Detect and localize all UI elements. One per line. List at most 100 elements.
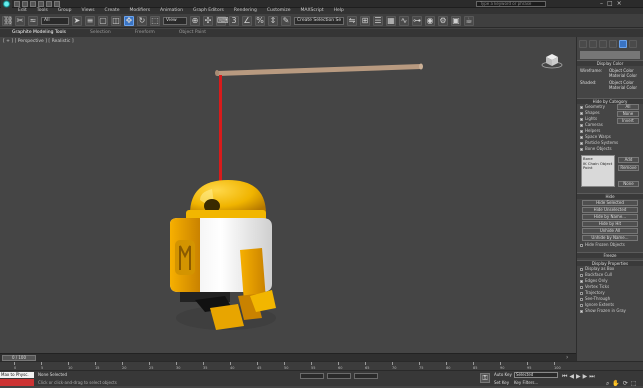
none-button[interactable]: None [617, 111, 639, 117]
motion-tab-icon[interactable] [609, 40, 617, 48]
close-icon[interactable]: × [617, 0, 622, 8]
goto-start-icon[interactable]: ⏮ [562, 373, 567, 381]
hide-by-name-button[interactable]: Hide by Name... [582, 214, 638, 220]
robot-model[interactable] [170, 180, 276, 330]
redo-icon[interactable] [46, 1, 52, 7]
angle-snap-icon[interactable]: ∠ [242, 15, 252, 26]
pan-icon[interactable]: ✋ [612, 380, 619, 388]
checkbox[interactable] [580, 267, 583, 271]
utilities-tab-icon[interactable] [629, 40, 637, 48]
select-link-icon[interactable]: ⛓ [2, 15, 13, 26]
percent-snap-icon[interactable]: % [255, 15, 265, 26]
goto-end-icon[interactable]: ⏭ [589, 373, 594, 381]
rendered-frame-icon[interactable]: ▣ [451, 15, 461, 26]
zoom-icon[interactable]: ⌕ [606, 380, 609, 388]
selection-filter-dropdown[interactable]: All [41, 16, 69, 25]
snaps-toggle-icon[interactable]: 3 [229, 15, 239, 26]
hide-by-hit-button[interactable]: Hide by Hit [582, 221, 638, 227]
new-icon[interactable] [14, 1, 20, 7]
tab-graphite-modeling[interactable]: Graphite Modeling Tools [12, 29, 66, 37]
checkbox[interactable] [580, 273, 583, 277]
bind-spacewarp-icon[interactable]: ≈ [28, 15, 38, 26]
mirror-icon[interactable]: ⇋ [347, 15, 357, 26]
maxscript-mini-listener[interactable] [0, 379, 34, 386]
unhide-all-button[interactable]: Unhide All [582, 228, 638, 234]
checkbox[interactable] [580, 297, 583, 301]
play-icon[interactable]: ▶ [576, 373, 581, 381]
create-tab-icon[interactable] [579, 40, 587, 48]
unhide-by-name-button[interactable]: Unhide by Name... [582, 235, 638, 241]
red-string[interactable] [219, 75, 222, 185]
spinner-snap-icon[interactable]: ⇕ [268, 15, 278, 26]
x-coordinate-field[interactable] [300, 373, 324, 379]
window-crossing-icon[interactable]: ◫ [111, 15, 121, 26]
curve-editor-icon[interactable]: ∿ [399, 15, 409, 26]
checkbox[interactable] [580, 123, 583, 127]
auto-key-button[interactable]: Auto Key [494, 372, 512, 378]
all-button[interactable]: All [617, 104, 639, 110]
workspace-icon[interactable] [54, 1, 60, 7]
orbit-icon[interactable]: ⟳ [623, 380, 628, 388]
list-item[interactable]: Point [583, 165, 613, 171]
checkbox[interactable] [580, 129, 583, 133]
checkbox[interactable] [580, 303, 583, 307]
tab-object-paint[interactable]: Object Paint [179, 29, 206, 37]
checkbox[interactable] [580, 117, 583, 121]
y-coordinate-field[interactable] [327, 373, 351, 379]
modify-tab-icon[interactable] [589, 40, 597, 48]
checkbox[interactable] [580, 243, 583, 247]
set-key-button[interactable]: Set Key [494, 380, 509, 386]
wireframe-material-color-radio[interactable]: Material Color [609, 73, 637, 78]
invert-button[interactable]: Invert [617, 118, 639, 124]
checkbox[interactable] [580, 111, 583, 115]
select-by-name-icon[interactable]: ≡ [85, 15, 95, 26]
checkbox[interactable] [580, 147, 583, 151]
save-icon[interactable] [30, 1, 36, 7]
rollout-hide[interactable]: Hide [577, 193, 643, 199]
checkbox[interactable] [580, 279, 583, 283]
hide-frozen-objects-checkbox[interactable]: Hide Frozen Objects [577, 242, 643, 248]
hanging-rod[interactable] [215, 63, 423, 77]
hierarchy-tab-icon[interactable] [599, 40, 607, 48]
key-filters-button[interactable]: Key Filters... [514, 380, 538, 386]
pivot-center-icon[interactable]: ⊕ [190, 15, 200, 26]
category-bone-objects[interactable]: Bone Objects [577, 146, 643, 152]
time-slider[interactable]: 0 / 100 › [0, 353, 576, 361]
layer-manager-icon[interactable]: ☰ [373, 15, 383, 26]
edit-named-selection-icon[interactable]: ✎ [281, 15, 291, 26]
checkbox[interactable] [580, 285, 583, 289]
maxscript-listener[interactable]: Max to Physc. [0, 372, 34, 378]
search-input[interactable]: Type a keyword or phrase [476, 1, 546, 7]
none-list-button[interactable]: None [618, 181, 639, 187]
panel-field[interactable] [580, 51, 640, 59]
rollout-freeze[interactable]: Freeze [577, 252, 643, 258]
select-scale-icon[interactable]: ⬚ [150, 15, 160, 26]
set-key-icon[interactable]: ⚿ [480, 373, 490, 383]
render-icon[interactable]: ☕ [464, 15, 474, 26]
align-icon[interactable]: ⊞ [360, 15, 370, 26]
rect-selection-icon[interactable]: ▢ [98, 15, 108, 26]
render-setup-icon[interactable]: ⚙ [438, 15, 448, 26]
minimize-icon[interactable]: – [600, 0, 603, 8]
prev-frame-icon[interactable]: ◀ [569, 373, 574, 381]
named-selection-dropdown[interactable]: Create Selection Se [294, 16, 344, 25]
checkbox[interactable] [580, 141, 583, 145]
category-listbox[interactable]: Bone IK Chain Object Point [581, 155, 615, 187]
remove-button[interactable]: Remove [618, 165, 639, 171]
unlink-icon[interactable]: ✂ [15, 15, 25, 26]
material-editor-icon[interactable]: ◉ [425, 15, 435, 26]
maximize-viewport-icon[interactable]: ⬚ [631, 380, 637, 388]
tab-freeform[interactable]: Freeform [135, 29, 155, 37]
graphite-toggle-icon[interactable]: ▦ [386, 15, 396, 26]
next-key-icon[interactable]: ▶ [583, 373, 588, 381]
open-icon[interactable] [22, 1, 28, 7]
checkbox[interactable] [580, 291, 583, 295]
z-coordinate-field[interactable] [354, 373, 378, 379]
tab-selection[interactable]: Selection [90, 29, 111, 37]
undo-icon[interactable] [38, 1, 44, 7]
schematic-view-icon[interactable]: ⊶ [412, 15, 422, 26]
ref-coord-dropdown[interactable]: View [163, 16, 187, 25]
maximize-icon[interactable]: □ [607, 0, 613, 8]
select-rotate-icon[interactable]: ↻ [137, 15, 147, 26]
checkbox[interactable] [580, 105, 583, 109]
